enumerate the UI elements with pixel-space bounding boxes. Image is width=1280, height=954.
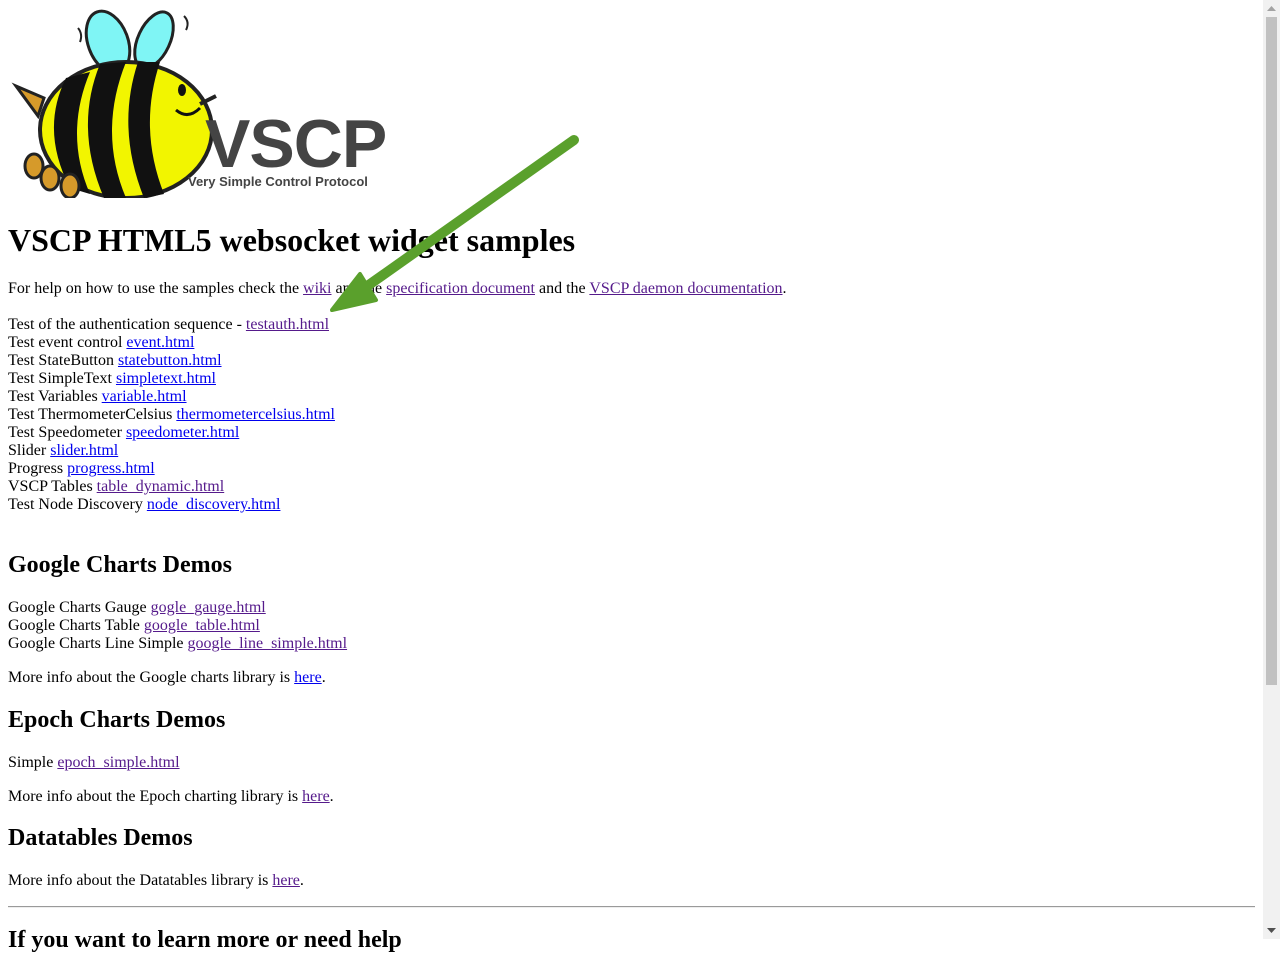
testauth-link[interactable]: testauth.html [246, 316, 329, 333]
list-item-label: Test ThermometerCelsius [8, 406, 177, 423]
more-info-text: More info about the Datatables library i… [8, 872, 273, 889]
list-item-label: Google Charts Line Simple [8, 635, 188, 652]
list-item: Google Charts Table google_table.html [8, 617, 347, 635]
list-item: Google Charts Line Simple google_line_si… [8, 635, 347, 653]
list-item: Test ThermometerCelsius thermometercelsi… [8, 406, 335, 424]
variable-link[interactable]: variable.html [102, 388, 187, 405]
more-info-text: More info about the Epoch charting libra… [8, 788, 303, 805]
progress-link[interactable]: progress.html [67, 460, 155, 477]
scroll-up-icon[interactable] [1263, 0, 1280, 17]
list-item-label: Google Charts Table [8, 617, 144, 634]
google-line-simple-link[interactable]: google_line_simple.html [188, 635, 348, 652]
epoch-charts-heading: Epoch Charts Demos [8, 707, 226, 733]
google-here-link[interactable]: here [294, 669, 322, 686]
list-item-label: Test Node Discovery [8, 496, 147, 513]
epoch-more-info: More info about the Epoch charting libra… [8, 788, 334, 806]
intro-middle: and the [331, 280, 387, 297]
vscp-logo: VSCP Very Simple Control Protocol [8, 6, 408, 200]
thermometercelsius-link[interactable]: thermometercelsius.html [176, 406, 335, 423]
list-item-label: Test StateButton [8, 352, 118, 369]
scroll-down-icon[interactable] [1263, 922, 1280, 939]
list-item-label: Test event control [8, 334, 127, 351]
statebutton-link[interactable]: statebutton.html [118, 352, 222, 369]
list-item: Test Variables variable.html [8, 388, 335, 406]
more-info-text: More info about the Google charts librar… [8, 669, 295, 686]
list-item: Test event control event.html [8, 334, 335, 352]
list-item: Test of the authentication sequence - te… [8, 316, 335, 334]
divider [8, 906, 1255, 908]
simpletext-link[interactable]: simpletext.html [116, 370, 216, 387]
list-item-label: Test of the authentication sequence - [8, 316, 246, 333]
list-item: VSCP Tables table_dynamic.html [8, 478, 335, 496]
google-more-info: More info about the Google charts librar… [8, 669, 326, 687]
list-item-label: Test Variables [8, 388, 102, 405]
table-dynamic-link[interactable]: table_dynamic.html [97, 478, 225, 495]
intro-prefix: For help on how to use the samples check… [8, 280, 304, 297]
list-item-label: Test SimpleText [8, 370, 116, 387]
datatables-here-link[interactable]: here [272, 872, 300, 889]
list-item-label: VSCP Tables [8, 478, 97, 495]
intro-suffix: . [782, 280, 787, 297]
scrollbar-thumb[interactable] [1266, 17, 1277, 685]
google-table-link[interactable]: google_table.html [144, 617, 260, 634]
intro-paragraph: For help on how to use the samples check… [8, 280, 787, 298]
list-item: Test Speedometer speedometer.html [8, 424, 335, 442]
list-item-label: Test Speedometer [8, 424, 126, 441]
list-item: Slider slider.html [8, 442, 335, 460]
list-item: Google Charts Gauge gogle_gauge.html [8, 599, 347, 617]
slider-link[interactable]: slider.html [50, 442, 118, 459]
tests-list: Test of the authentication sequence - te… [8, 316, 335, 514]
list-item: Test SimpleText simpletext.html [8, 370, 335, 388]
more-info-suffix: . [321, 669, 326, 686]
vscp-daemon-documentation-link[interactable]: VSCP daemon documentation [589, 280, 782, 297]
intro-middle-2: and the [535, 280, 590, 297]
more-info-suffix: . [329, 788, 334, 805]
help-heading: If you want to learn more or need help [8, 927, 402, 953]
google-gauge-link[interactable]: gogle_gauge.html [151, 599, 266, 616]
list-item-label: Google Charts Gauge [8, 599, 151, 616]
list-item: Test StateButton statebutton.html [8, 352, 335, 370]
epoch-item: Simple epoch_simple.html [8, 754, 180, 772]
specification-document-link[interactable]: specification document [386, 280, 535, 297]
list-item: Test Node Discovery node_discovery.html [8, 496, 335, 514]
node-discovery-link[interactable]: node_discovery.html [147, 496, 281, 513]
google-charts-heading: Google Charts Demos [8, 552, 232, 578]
vertical-scrollbar[interactable] [1263, 0, 1280, 939]
speedometer-link[interactable]: speedometer.html [126, 424, 239, 441]
logo-tagline: Very Simple Control Protocol [188, 174, 368, 189]
wiki-link[interactable]: wiki [303, 280, 331, 297]
google-charts-list: Google Charts Gauge gogle_gauge.html Goo… [8, 599, 347, 653]
more-info-suffix: . [299, 872, 304, 889]
datatables-heading: Datatables Demos [8, 825, 193, 851]
event-link[interactable]: event.html [126, 334, 194, 351]
logo-wordmark: VSCP [205, 106, 387, 182]
list-item-label: Progress [8, 460, 68, 477]
list-item-label: Slider [8, 442, 51, 459]
list-item: Progress progress.html [8, 460, 335, 478]
epoch-simple-link[interactable]: epoch_simple.html [57, 754, 179, 771]
list-item-label: Simple [8, 754, 58, 771]
page-title: VSCP HTML5 websocket widget samples [8, 222, 576, 258]
epoch-here-link[interactable]: here [302, 788, 330, 805]
datatables-more-info: More info about the Datatables library i… [8, 872, 304, 890]
